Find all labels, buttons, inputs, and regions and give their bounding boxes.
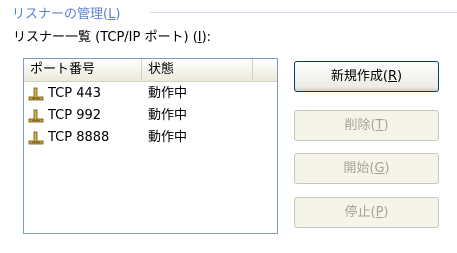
column-header-port[interactable]: ポート番号 — [24, 59, 142, 81]
stop-listener-button[interactable]: 停止(P) — [294, 197, 439, 228]
listener-port: TCP 443 — [48, 86, 102, 101]
listener-list-caption: リスナー一覧 (TCP/IP ポート) (I): — [13, 30, 212, 45]
connector-icon — [28, 131, 44, 145]
listview-header: ポート番号 状態 — [24, 59, 277, 82]
group-title: リスナーの管理(L) — [12, 3, 124, 22]
new-listener-button[interactable]: 新規作成(R) — [294, 61, 439, 92]
listener-listview[interactable]: ポート番号 状態 TCP 443 動作中 TCP 992 動作中 TCP 888… — [23, 58, 278, 234]
group-divider — [150, 12, 457, 13]
list-item[interactable]: TCP 443 動作中 — [24, 83, 277, 105]
connector-icon — [28, 87, 44, 101]
column-header-filler — [253, 59, 277, 81]
delete-listener-button[interactable]: 削除(T) — [294, 110, 439, 141]
listener-state: 動作中 — [148, 108, 188, 123]
connector-icon — [28, 109, 44, 123]
listener-state: 動作中 — [148, 86, 188, 101]
listener-manager-panel: リスナーの管理(L) リスナー一覧 (TCP/IP ポート) (I): ポート番… — [0, 0, 457, 253]
list-item[interactable]: TCP 992 動作中 — [24, 105, 277, 127]
column-header-state[interactable]: 状態 — [142, 59, 253, 81]
listener-port: TCP 992 — [48, 108, 102, 123]
listener-state: 動作中 — [148, 130, 188, 145]
start-listener-button[interactable]: 開始(G) — [294, 153, 439, 184]
list-item[interactable]: TCP 8888 動作中 — [24, 127, 277, 149]
listener-port: TCP 8888 — [48, 130, 110, 145]
